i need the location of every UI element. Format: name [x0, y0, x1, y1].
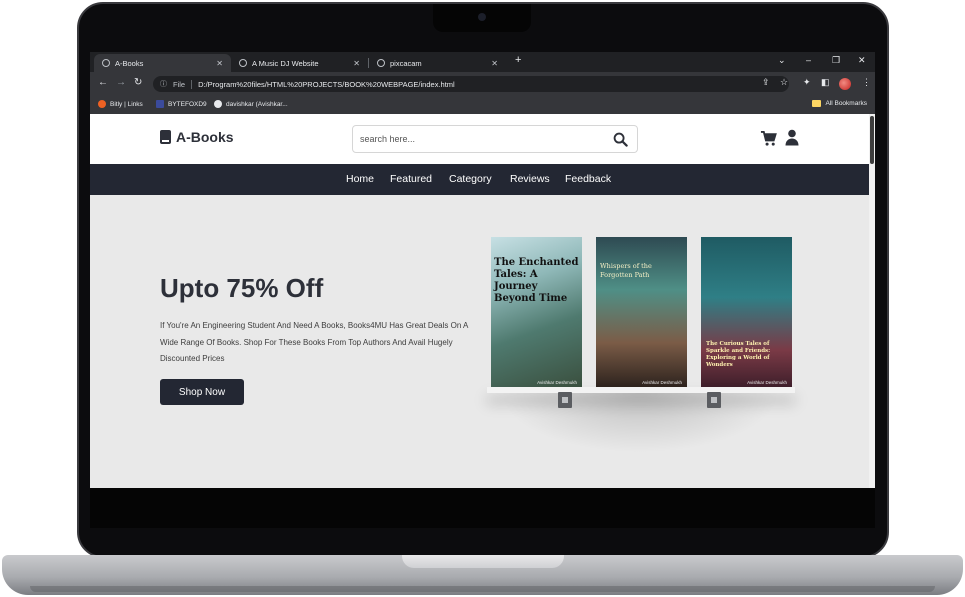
reload-icon[interactable]: ↻ [134, 77, 142, 88]
share-icon[interactable]: ⇪ [762, 77, 770, 88]
profile-avatar[interactable] [839, 78, 851, 90]
tab-label: A-Books [115, 58, 144, 68]
nav-home[interactable]: Home [346, 173, 374, 185]
close-icon[interactable]: ✕ [353, 59, 360, 68]
nav-reviews[interactable]: Reviews [510, 173, 550, 185]
laptop-thumb-groove [402, 555, 564, 568]
cart-icon[interactable] [760, 130, 777, 147]
forward-icon[interactable]: → [116, 77, 126, 88]
globe-icon [102, 59, 110, 67]
tab-a-books[interactable]: A-Books ✕ [94, 54, 231, 72]
hero-section: Upto 75% Off If You're An Engineering St… [90, 195, 869, 488]
tab-pixcacam[interactable]: pixcacam ✕ [369, 54, 506, 72]
all-bookmarks-label: All Bookmarks [825, 100, 867, 107]
minimize-icon[interactable]: – [806, 55, 811, 65]
camera-icon [478, 13, 486, 21]
book-title: The Curious Tales of Sparkle and Friends… [706, 341, 771, 368]
bookmark-label: BYTEFOXD9 [168, 100, 207, 108]
shop-now-button[interactable]: Shop Now [160, 379, 244, 405]
restore-icon[interactable]: ❐ [832, 55, 840, 66]
web-page: A-Books search here... Home Featured Cat… [90, 114, 869, 488]
nav-category[interactable]: Category [449, 173, 492, 185]
screen-bezel-bottom [90, 488, 875, 528]
url-bar[interactable]: ⓘ File D:/Program%20files/HTML%20PROJECT… [153, 76, 789, 92]
shelf-bracket [707, 392, 721, 408]
bookmark-bytefoxd9[interactable]: BYTEFOXD9 [156, 100, 207, 108]
tab-bar: A-Books ✕ A Music DJ Website ✕ pixcacam … [90, 52, 875, 72]
tab-music-dj[interactable]: A Music DJ Website ✕ [231, 54, 368, 72]
book-author: Avishkar Deshmukh [747, 380, 787, 385]
bookmark-github[interactable]: davishkar (Avishkar... [214, 100, 288, 108]
scrollbar-thumb[interactable] [870, 116, 874, 164]
logo-text: A-Books [176, 129, 234, 145]
url-separator [191, 79, 193, 89]
site-logo[interactable]: A-Books [160, 129, 234, 145]
new-tab-button[interactable]: + [515, 54, 521, 66]
side-panel-icon[interactable]: ◧ [821, 77, 830, 88]
window-close-icon[interactable]: ✕ [858, 55, 866, 66]
shelf-shadow [500, 393, 780, 453]
page-scrollbar[interactable] [869, 114, 875, 488]
book-author: Avishkar Deshmukh [537, 380, 577, 385]
search-box [352, 125, 638, 153]
bookmark-bitly[interactable]: Bitly | Links [98, 100, 143, 108]
user-icon[interactable] [785, 129, 799, 146]
hero-description: If You're An Engineering Student And Nee… [160, 321, 468, 363]
extensions-icon[interactable]: ✦ [803, 77, 811, 88]
book-title: The Enchanted Tales: A Journey Beyond Ti… [494, 257, 579, 304]
hero-title: Upto 75% Off [160, 273, 324, 303]
shelf-bracket [558, 392, 572, 408]
book-cover-enchanted-tales[interactable]: The Enchanted Tales: A Journey Beyond Ti… [491, 237, 582, 388]
folder-icon [812, 100, 822, 107]
tab-search-icon[interactable]: ⌄ [778, 55, 786, 66]
star-icon[interactable]: ☆ [780, 77, 788, 88]
address-bar-row: ← → ↻ ⓘ File D:/Program%20files/HTML%20P… [90, 72, 875, 96]
url-text[interactable]: D:/Program%20files/HTML%20PROJECTS/BOOK%… [198, 80, 455, 89]
book-cover-whispers[interactable]: Whispers of the Forgotten Path Avishkar … [596, 237, 687, 388]
main-nav: Home Featured Category Reviews Feedback [90, 164, 869, 195]
tab-label: pixcacam [390, 58, 422, 68]
close-icon[interactable]: ✕ [491, 59, 498, 68]
search-input[interactable] [360, 134, 600, 144]
close-icon[interactable]: ✕ [216, 59, 223, 68]
laptop-screen: A-Books ✕ A Music DJ Website ✕ pixcacam … [90, 52, 875, 488]
globe-icon [239, 59, 247, 67]
book-title: Whispers of the Forgotten Path [600, 262, 652, 279]
bookmarks-bar: Bitly | Links BYTEFOXD9 davishkar (Avish… [90, 96, 875, 114]
site-header: A-Books [90, 114, 869, 164]
bookmark-label: Bitly | Links [110, 100, 143, 108]
bytefox-icon [156, 100, 164, 108]
file-label: File [173, 79, 186, 89]
all-bookmarks[interactable]: All Bookmarks [812, 100, 867, 107]
globe-icon [377, 59, 385, 67]
laptop-base-edge [30, 586, 935, 592]
book-cover-curious-tales[interactable]: The Curious Tales of Sparkle and Friends… [701, 237, 792, 388]
laptop-mockup: A-Books ✕ A Music DJ Website ✕ pixcacam … [0, 0, 965, 597]
nav-featured[interactable]: Featured [390, 173, 432, 185]
search-icon[interactable] [613, 132, 628, 147]
book-shelf [487, 387, 795, 393]
bookmark-label: davishkar (Avishkar... [226, 100, 288, 108]
menu-icon[interactable]: ⋮ [862, 77, 871, 88]
book-icon [160, 130, 171, 144]
info-icon[interactable]: ⓘ [160, 79, 167, 89]
nav-feedback[interactable]: Feedback [565, 173, 611, 185]
github-icon [214, 100, 222, 108]
back-icon[interactable]: ← [98, 77, 108, 88]
book-author: Avishkar Deshmukh [642, 380, 682, 385]
tab-label: A Music DJ Website [252, 58, 319, 68]
bitly-icon [98, 100, 106, 108]
